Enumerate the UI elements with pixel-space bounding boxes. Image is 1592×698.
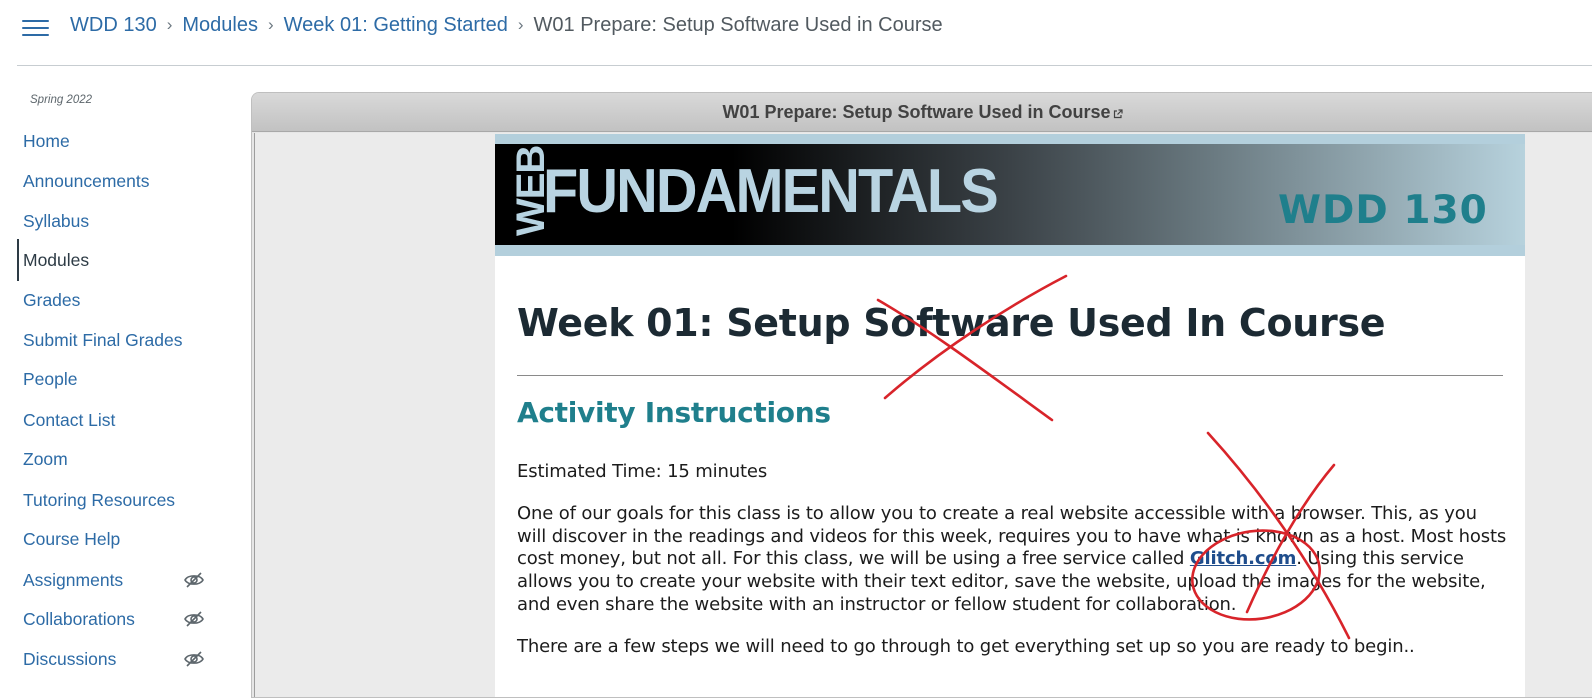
term-label: Spring 2022 xyxy=(30,94,93,106)
activity-instructions-heading: Activity Instructions xyxy=(517,396,831,429)
nav-collaborations-label: Collaborations xyxy=(23,609,135,629)
estimated-time: Estimated Time: 15 minutes xyxy=(517,461,768,482)
breadcrumb: WDD 130 › Modules › Week 01: Getting Sta… xyxy=(70,12,943,38)
breadcrumb-separator-icon: › xyxy=(267,15,274,34)
nav-syllabus[interactable]: Syllabus xyxy=(23,211,223,235)
external-link-icon[interactable] xyxy=(1113,109,1123,119)
breadcrumb-week[interactable]: Week 01: Getting Started xyxy=(284,14,508,37)
header-divider xyxy=(17,65,1592,66)
nav-assignments[interactable]: Assignments xyxy=(23,570,223,594)
nav-tutoring-resources[interactable]: Tutoring Resources xyxy=(23,490,223,514)
breadcrumb-course[interactable]: WDD 130 xyxy=(70,14,157,37)
breadcrumb-separator-icon: › xyxy=(166,15,173,34)
nav-course-help[interactable]: Course Help xyxy=(23,529,223,553)
nav-assignments-label: Assignments xyxy=(23,570,124,590)
nav-contact-list[interactable]: Contact List xyxy=(23,410,223,434)
eye-slash-icon xyxy=(184,572,204,588)
nav-collaborations[interactable]: Collaborations xyxy=(23,609,223,633)
nav-discussions-label: Discussions xyxy=(23,649,117,669)
glitch-link[interactable]: Glitch.com xyxy=(1190,548,1296,569)
active-indicator xyxy=(17,239,19,281)
nav-home[interactable]: Home xyxy=(23,131,223,155)
breadcrumb-modules[interactable]: Modules xyxy=(182,14,258,37)
top-header: WDD 130 › Modules › Week 01: Getting Sta… xyxy=(0,0,1592,66)
hamburger-menu-icon[interactable] xyxy=(22,17,50,39)
frame-title-bar: W01 Prepare: Setup Software Used in Cour… xyxy=(252,93,1592,132)
nav-announcements[interactable]: Announcements xyxy=(23,171,223,195)
nav-modules[interactable]: Modules xyxy=(23,250,223,274)
banner-course-code: WDD 130 xyxy=(1278,188,1488,233)
eye-slash-icon xyxy=(184,611,204,627)
nav-submit-final-grades[interactable]: Submit Final Grades xyxy=(23,330,223,354)
course-banner: WEB FUNDAMENTALS WDD 130 xyxy=(495,134,1525,256)
frame-title[interactable]: W01 Prepare: Setup Software Used in Cour… xyxy=(722,102,1110,122)
banner-gradient: WEB FUNDAMENTALS WDD 130 xyxy=(495,144,1525,245)
heading-divider xyxy=(517,375,1503,376)
banner-title: FUNDAMENTALS xyxy=(543,157,999,226)
setup-steps-paragraph: There are a few steps we will need to go… xyxy=(517,636,1415,657)
breadcrumb-current-page: W01 Prepare: Setup Software Used in Cour… xyxy=(533,13,943,36)
page-heading: Week 01: Setup Software Used In Course xyxy=(517,301,1386,345)
breadcrumb-separator-icon: › xyxy=(517,15,524,34)
content-frame: W01 Prepare: Setup Software Used in Cour… xyxy=(251,92,1592,698)
nav-people[interactable]: People xyxy=(23,369,223,393)
eye-slash-icon xyxy=(184,651,204,667)
intro-paragraph: One of our goals for this class is to al… xyxy=(517,503,1507,617)
nav-zoom[interactable]: Zoom xyxy=(23,449,223,473)
nav-grades[interactable]: Grades xyxy=(23,290,223,314)
lesson-page: WEB FUNDAMENTALS WDD 130 Week 01: Setup … xyxy=(495,134,1525,697)
nav-discussions[interactable]: Discussions xyxy=(23,649,223,673)
